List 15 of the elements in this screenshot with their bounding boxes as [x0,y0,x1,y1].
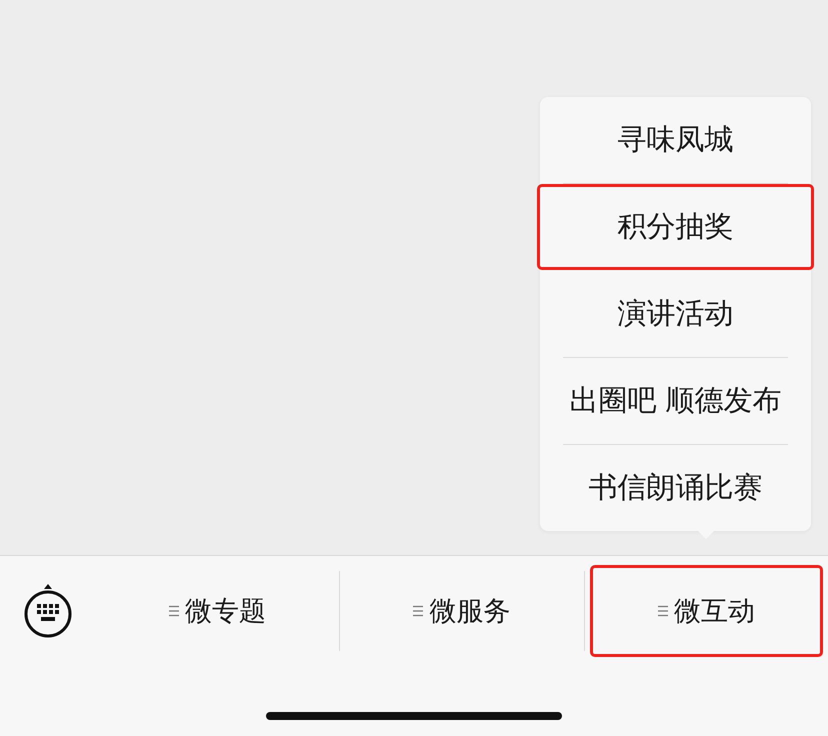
menu-tab[interactable]: 微专题 [101,565,334,657]
menu-item[interactable]: 出圈吧 顺德发布 [540,358,811,444]
tab-label: 微互动 [674,595,755,629]
menu-item[interactable]: 演讲活动 [540,271,811,357]
keyboard-icon[interactable] [23,583,73,639]
tab-label: 微专题 [185,595,266,629]
menu-icon [413,605,424,617]
menu-item[interactable]: 书信朗诵比赛 [540,445,811,531]
menu-tab[interactable]: 微服务 [345,565,579,657]
menu-item[interactable]: 寻味凤城 [540,97,811,183]
menu-item[interactable]: 积分抽奖 [537,184,814,270]
menu-icon [169,605,180,617]
menu-tab[interactable]: 微互动 [590,565,823,657]
menu-icon [658,605,668,617]
tab-label: 微服务 [429,595,510,629]
